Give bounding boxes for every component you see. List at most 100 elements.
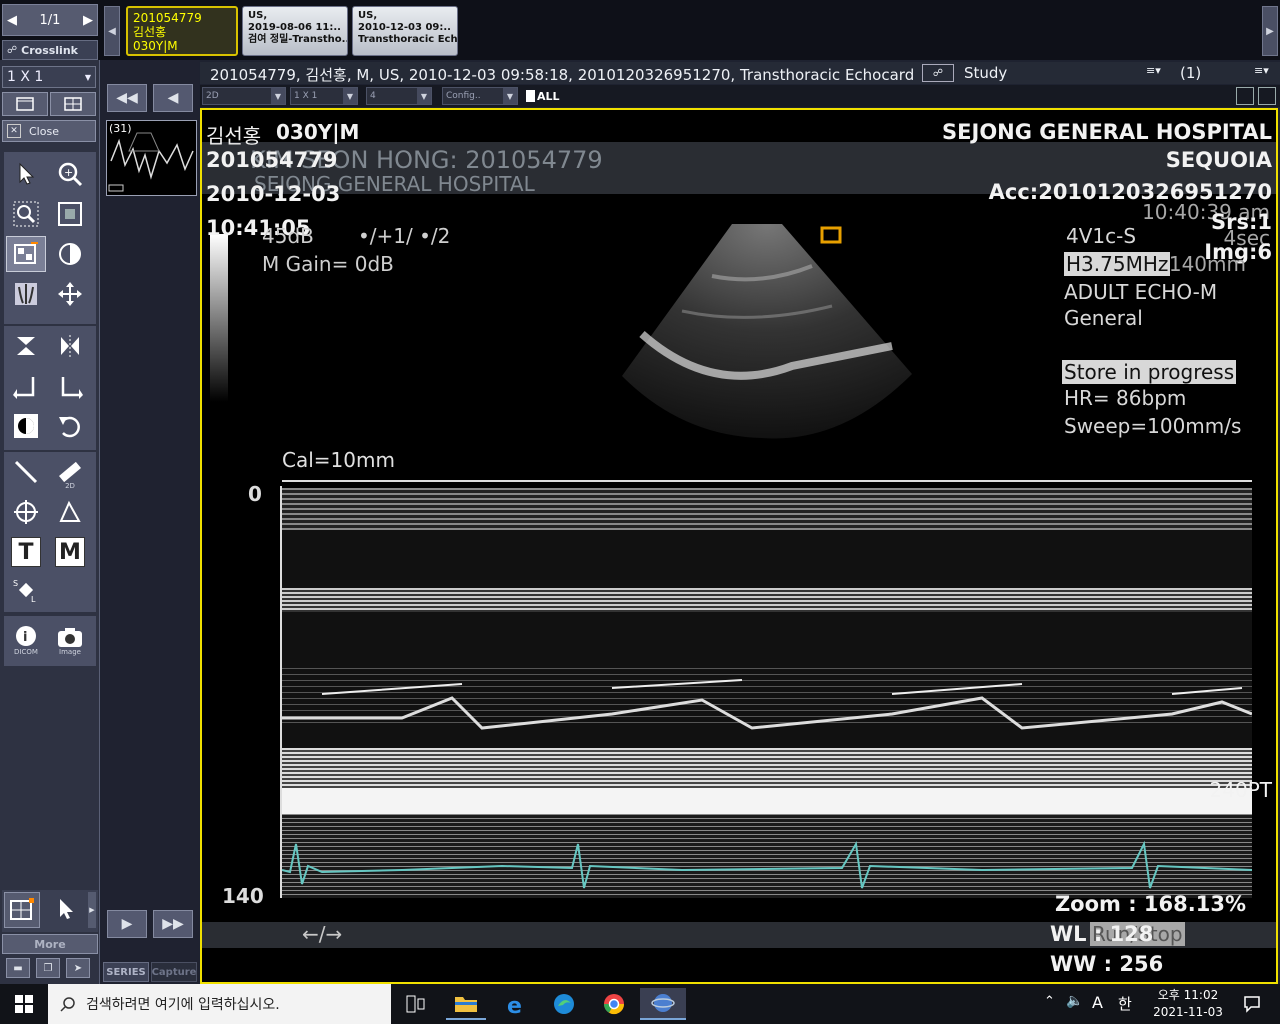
minimize-button[interactable]: ▬ xyxy=(6,958,30,978)
study-tab-2019[interactable]: US, 2019-08-06 11:.. 검여 정밀-Transtho.. xyxy=(242,6,348,56)
notification-button[interactable] xyxy=(1232,988,1272,1020)
restore-button[interactable]: ❐ xyxy=(36,958,60,978)
half-invert-tool[interactable] xyxy=(6,408,46,444)
crosshair-tool[interactable] xyxy=(6,494,46,530)
last-image-button[interactable]: ▶▶ xyxy=(153,910,193,938)
close-button[interactable]: ✕ Close xyxy=(2,120,96,142)
scroll-arrows: ←/→ xyxy=(302,922,343,946)
fit-screen-tool[interactable] xyxy=(50,196,90,232)
series-thumbnail[interactable]: (31) xyxy=(106,120,197,196)
study-date: 2010-12-03 xyxy=(206,182,341,206)
study-tab-current[interactable]: 201054779 김선홍 030Y|M xyxy=(126,6,238,56)
taskbar-pacs-viewer[interactable] xyxy=(640,988,686,1020)
image-viewport[interactable]: KIM SEON HONG: 201054779 SEJONG GENERAL … xyxy=(200,108,1278,984)
windows-logo-icon xyxy=(15,995,33,1013)
first-image-button[interactable]: ◀◀ xyxy=(107,84,147,112)
contrast-icon xyxy=(59,243,81,265)
thumbnail-column: ◀◀ ◀ (31) ▶ ▶▶ SERIES Capture xyxy=(101,60,199,984)
study-tab-2010[interactable]: US, 2010-12-03 09:.. Transthoracic Ech.. xyxy=(352,6,458,56)
layout-tool-button[interactable] xyxy=(4,892,40,928)
viewer-toolbar: 2D ▼ 1 X 1 ▼ 4 ▼ Config.. ▼ ALL xyxy=(200,85,1280,107)
single-view-button[interactable] xyxy=(2,92,48,116)
invert-tool[interactable] xyxy=(50,236,90,272)
line-tool[interactable] xyxy=(6,454,46,490)
cursor-arrow-icon xyxy=(60,899,73,919)
link-icon[interactable]: ☍ xyxy=(922,64,954,82)
sl-tool[interactable]: SL xyxy=(6,572,46,608)
next-image-button[interactable]: ▶ xyxy=(107,910,147,938)
image-capture-button[interactable]: Image xyxy=(50,620,90,656)
flip-vertical-tool[interactable] xyxy=(6,328,46,364)
patient-id: 201054779 xyxy=(206,148,338,172)
zoom-region-tool[interactable] xyxy=(6,196,46,232)
taskbar-chrome[interactable] xyxy=(594,988,634,1020)
language-indicator[interactable]: 한 xyxy=(1118,993,1132,1014)
page-navigator: ◀ 1/1 ▶ xyxy=(2,4,98,36)
taskbar-search-box[interactable]: 검색하려면 여기에 입력하십시오. xyxy=(48,984,391,1024)
ime-mode[interactable]: A xyxy=(1092,993,1103,1012)
reset-tool[interactable] xyxy=(50,408,90,444)
exam-preset: ADULT ECHO-M xyxy=(1064,280,1218,304)
angle-tool[interactable] xyxy=(50,494,90,530)
layout-select[interactable]: 1 X 1 ▼ xyxy=(2,66,96,88)
prev-image-button[interactable]: ◀ xyxy=(153,84,193,112)
film-icon[interactable] xyxy=(1258,87,1276,105)
window-level-icon xyxy=(14,242,38,264)
crosslink-button[interactable]: ☍ Crosslink xyxy=(2,40,98,60)
clock-date: 2021-11-03 xyxy=(1153,1005,1223,1019)
minimize-icon: ▬ xyxy=(13,962,23,974)
rotate-left-tool[interactable] xyxy=(6,368,46,404)
mode-select[interactable]: 2D ▼ xyxy=(202,87,286,105)
sort-icon[interactable]: ≡▾ xyxy=(1146,64,1161,77)
fast-forward-icon: ▶▶ xyxy=(162,916,184,932)
flip-horizontal-tool[interactable] xyxy=(50,328,90,364)
xray-tool[interactable] xyxy=(6,276,46,312)
pointer-tool[interactable] xyxy=(6,156,46,192)
text-tool[interactable]: T xyxy=(6,534,46,570)
next-page-icon[interactable]: ▶ xyxy=(83,13,93,28)
more-button[interactable]: More xyxy=(2,934,98,954)
measure-tool[interactable]: M xyxy=(50,534,90,570)
config-select[interactable]: Config.. ▼ xyxy=(442,87,518,105)
viewer-layout-select[interactable]: 1 X 1 ▼ xyxy=(290,87,358,105)
tool-group-transform xyxy=(4,326,96,450)
windows-start-button[interactable] xyxy=(4,988,44,1020)
study-scroll-left-button[interactable]: ◀ xyxy=(104,6,120,56)
ecg-trace xyxy=(282,840,1252,889)
taskbar-edge[interactable] xyxy=(544,988,584,1020)
study-scroll-right-button[interactable]: ▶ xyxy=(1262,6,1278,56)
m-gain: M Gain= 0dB xyxy=(262,252,394,276)
flip-vertical-icon xyxy=(17,337,35,355)
chevron-up-icon[interactable]: ⌃ xyxy=(1044,994,1055,1009)
ruler-2d-tool[interactable]: 2D xyxy=(50,454,90,490)
pan-tool[interactable] xyxy=(50,276,90,312)
tab-capture[interactable]: Capture xyxy=(151,962,197,982)
exit-button[interactable]: ➤ xyxy=(66,958,90,978)
rotate-right-tool[interactable] xyxy=(50,368,90,404)
svg-text:L: L xyxy=(31,595,36,603)
dicom-info-button[interactable]: i DICOM xyxy=(6,620,46,656)
tab-series[interactable]: SERIES xyxy=(103,962,149,982)
panel-expand-arrow-icon[interactable]: ▶ xyxy=(88,892,96,928)
menu-icon[interactable]: ≡▾ xyxy=(1254,64,1269,77)
count-select[interactable]: 4 ▼ xyxy=(366,87,432,105)
close-icon: ✕ xyxy=(7,124,21,138)
restore-viewer-icon[interactable] xyxy=(1236,87,1254,105)
taskbar-clock[interactable]: 오후 11:02 2021-11-03 xyxy=(1148,987,1228,1021)
mode-preset: General xyxy=(1064,306,1143,330)
task-view-button[interactable] xyxy=(396,988,436,1020)
zoom-tool[interactable]: + xyxy=(50,156,90,192)
search-placeholder: 검색하려면 여기에 입력하십시오. xyxy=(86,997,280,1013)
select-tool-button[interactable] xyxy=(48,892,84,928)
page-indicator: 1/1 xyxy=(39,12,61,28)
taskbar-internet-explorer[interactable]: e xyxy=(496,988,536,1020)
window-level-tool[interactable] xyxy=(6,236,46,272)
study-tab-age: 030Y|M xyxy=(133,39,178,53)
grid-view-button[interactable] xyxy=(50,92,96,116)
taskbar-file-explorer[interactable] xyxy=(446,988,486,1020)
rewind-icon: ◀◀ xyxy=(116,90,138,106)
volume-icon[interactable]: 🔈 xyxy=(1066,993,1083,1009)
prev-page-icon[interactable]: ◀ xyxy=(7,13,17,28)
document-icon xyxy=(526,90,535,102)
show-all-button[interactable]: ALL xyxy=(526,88,566,104)
